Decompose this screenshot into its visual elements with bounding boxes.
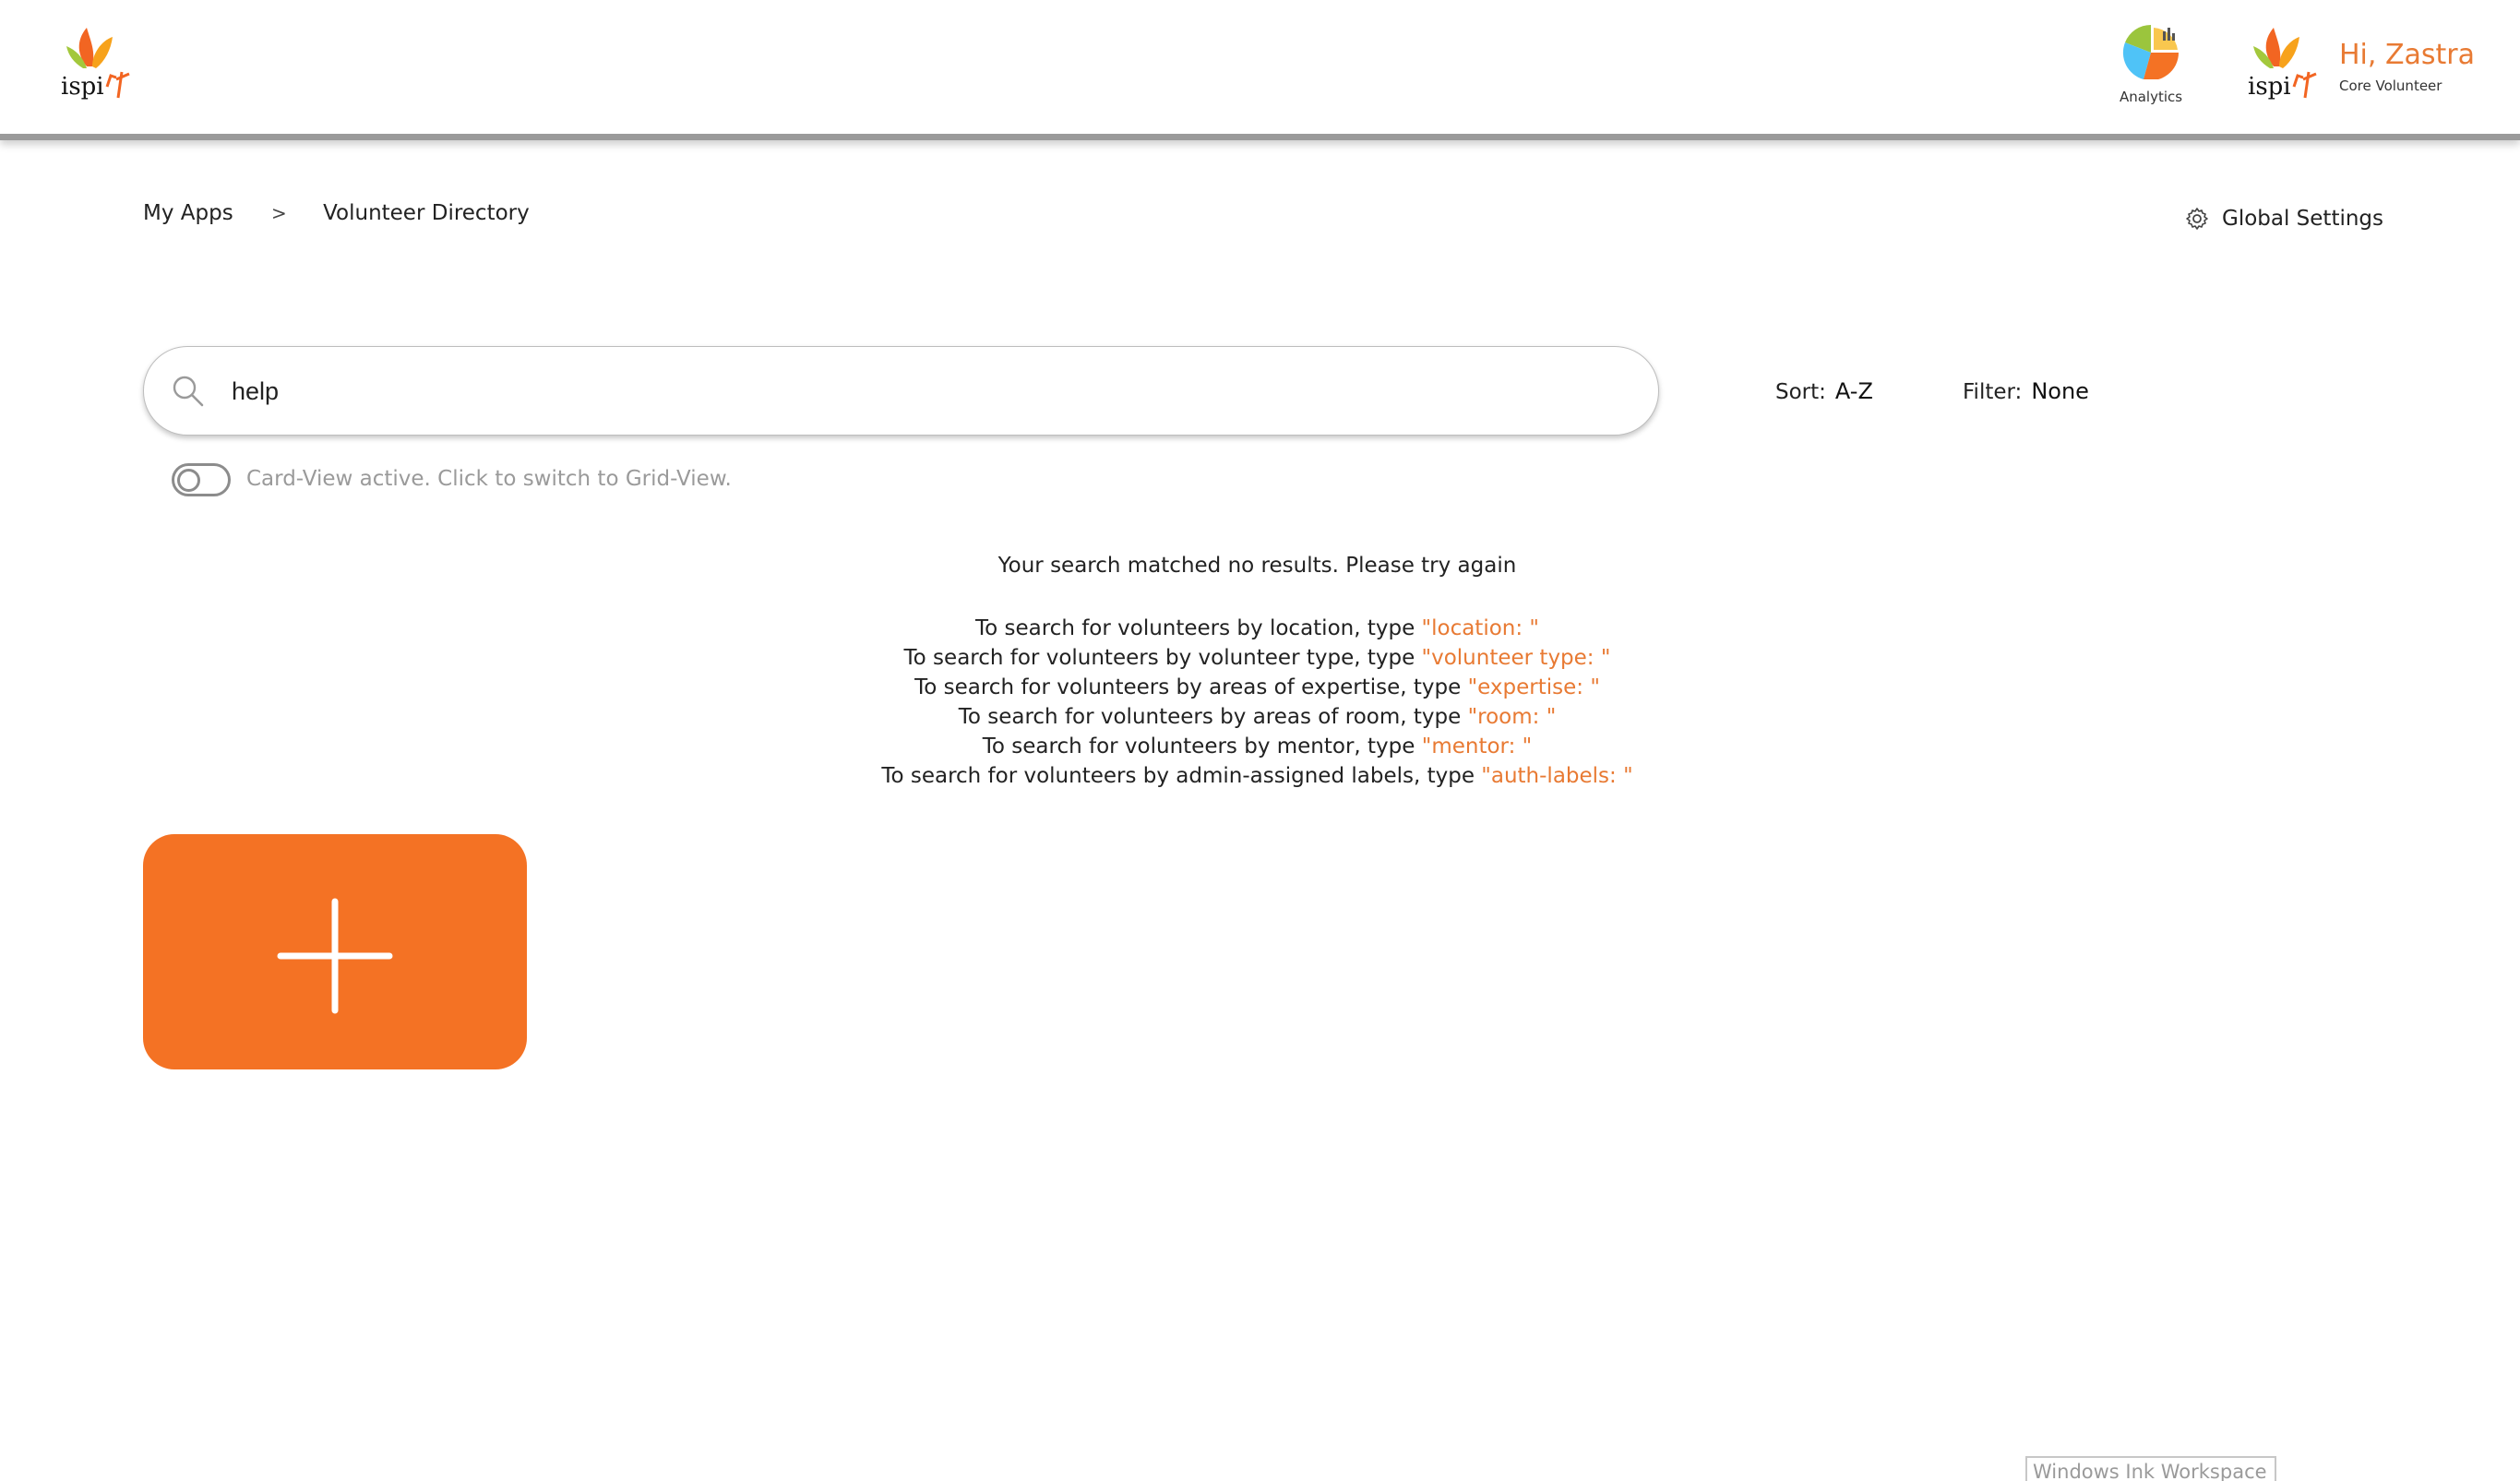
- search-hints: To search for volunteers by location, ty…: [0, 614, 2514, 791]
- global-settings-label: Global Settings: [2222, 207, 2384, 231]
- user-role: Core Volunteer: [2339, 78, 2442, 94]
- filter-control[interactable]: Filter: None: [1963, 378, 2089, 404]
- hint-expertise: To search for volunteers by areas of exp…: [0, 673, 2514, 702]
- filter-value: None: [2031, 378, 2089, 404]
- hint-text: To search for volunteers by areas of exp…: [914, 675, 1468, 699]
- breadcrumb-separator: >: [271, 202, 287, 224]
- ispirt-logo-profile[interactable]: ispi: [2246, 20, 2320, 109]
- hint-keyword: "location: ": [1421, 616, 1540, 640]
- user-greeting[interactable]: Hi, Zastra: [2339, 39, 2475, 71]
- hint-keyword: "auth-labels: ": [1481, 764, 1633, 788]
- plus-icon: [277, 898, 393, 1014]
- hint-room: To search for volunteers by areas of roo…: [0, 702, 2514, 732]
- hint-text: To search for volunteers by admin-assign…: [881, 764, 1482, 788]
- view-toggle-label[interactable]: Card-View active. Click to switch to Gri…: [246, 467, 732, 491]
- toggle-knob: [177, 469, 200, 492]
- hint-keyword: "room: ": [1467, 705, 1557, 729]
- breadcrumb-volunteer-directory: Volunteer Directory: [323, 201, 530, 225]
- add-volunteer-button[interactable]: [143, 834, 527, 1069]
- svg-text:ispi: ispi: [2248, 73, 2291, 101]
- hint-text: To search for volunteers by volunteer ty…: [903, 646, 1422, 670]
- ispirt-logo[interactable]: ispi: [59, 20, 133, 109]
- search-icon: [173, 376, 204, 407]
- global-settings-button[interactable]: Global Settings: [2185, 207, 2383, 231]
- hint-mentor: To search for volunteers by mentor, type…: [0, 732, 2514, 761]
- hint-location: To search for volunteers by location, ty…: [0, 614, 2514, 643]
- analytics-button[interactable]: Analytics: [2109, 22, 2192, 114]
- hint-keyword: "volunteer type: ": [1421, 646, 1611, 670]
- svg-text:ispi: ispi: [61, 73, 104, 101]
- gear-icon: [2186, 208, 2208, 230]
- search-box: [143, 346, 1659, 436]
- hint-keyword: "mentor: ": [1421, 735, 1533, 758]
- view-toggle[interactable]: [172, 463, 231, 496]
- analytics-label: Analytics: [2119, 89, 2183, 105]
- hint-text: To search for volunteers by mentor, type: [982, 735, 1422, 758]
- search-input[interactable]: [232, 365, 1616, 417]
- hint-text: To search for volunteers by areas of roo…: [958, 705, 1468, 729]
- sort-control[interactable]: Sort: A-Z: [1775, 378, 1873, 404]
- windows-ink-workspace-button[interactable]: Windows Ink Workspace: [2025, 1456, 2276, 1481]
- hint-auth-labels: To search for volunteers by admin-assign…: [0, 761, 2514, 791]
- sort-value: A-Z: [1834, 378, 1873, 404]
- no-results-message: Your search matched no results. Please t…: [997, 554, 1517, 578]
- filter-label: Filter:: [1963, 380, 2023, 404]
- app-header: ispi Analytics ispi Hi, Zastra Core Volu…: [0, 0, 2520, 140]
- hint-volunteer-type: To search for volunteers by volunteer ty…: [0, 643, 2514, 673]
- sort-label: Sort:: [1775, 380, 1826, 404]
- hint-text: To search for volunteers by location, ty…: [974, 616, 1422, 640]
- breadcrumb-my-apps[interactable]: My Apps: [143, 201, 233, 225]
- pie-chart-icon: [2122, 24, 2180, 79]
- breadcrumb: My Apps > Volunteer Directory: [143, 201, 530, 225]
- hint-keyword: "expertise: ": [1467, 675, 1600, 699]
